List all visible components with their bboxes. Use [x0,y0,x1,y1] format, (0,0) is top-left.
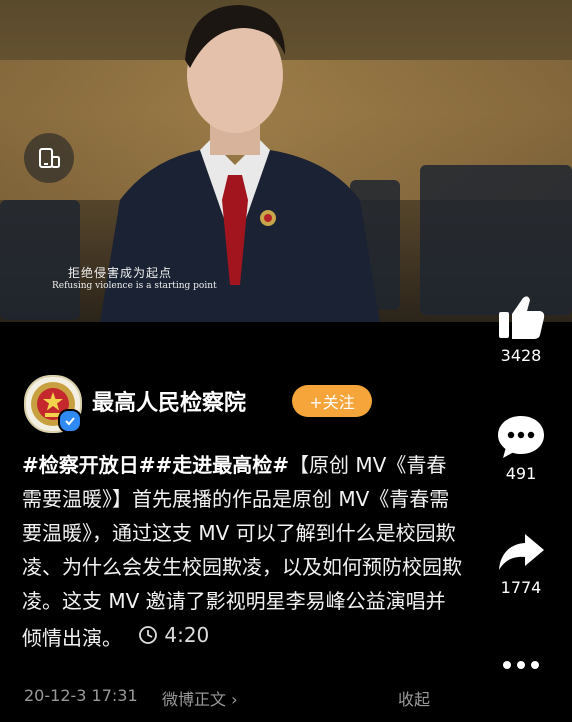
like-button[interactable]: 3428 [490,292,552,365]
account-name[interactable]: 最高人民检察院 [92,385,246,417]
more-icon [503,661,539,669]
post-timestamp: 20-12-3 17:31 [24,686,138,705]
video-player[interactable]: 拒绝侵害成为起点 Refusing violence is a starting… [0,0,572,322]
chevron-right-icon: › [231,690,238,709]
video-duration: 4:20 [138,618,209,652]
clock-icon [139,626,158,644]
video-subtitle-cn: 拒绝侵害成为起点 [68,266,173,280]
weibo-body-link[interactable]: 微博正文 › [162,686,238,710]
video-subtitle-en: Refusing violence is a starting point [52,281,217,291]
verified-icon [65,417,75,426]
share-button[interactable]: 1774 [490,530,552,597]
verified-badge [58,409,82,433]
share-icon [499,534,544,570]
comment-icon [498,416,544,458]
like-count: 3428 [500,346,542,365]
collapse-button[interactable]: 收起 [398,686,430,710]
screen-rotate-icon [39,148,60,168]
follow-button[interactable]: +关注 [292,385,372,417]
more-button[interactable] [490,655,552,675]
screen-rotate-button[interactable] [24,133,74,183]
comment-button[interactable]: 491 [490,412,552,483]
duration-label: 4:20 [164,623,210,647]
post-body: 【原创 MV《青春需要温暖》】首先展播的作品是原创 MV《青春需要温暖》，通过这… [22,453,462,650]
weibo-body-label: 微博正文 [162,690,227,709]
comment-count: 491 [505,464,537,483]
share-count: 1774 [500,578,542,597]
post-text: #检察开放日##走进最高检#【原创 MV《青春需要温暖》】首先展播的作品是原创 … [22,448,462,655]
background-seat [0,200,80,320]
post-footer: 20-12-3 17:31 微博正文 › 收起 [24,686,544,710]
post-hashtags[interactable]: #检察开放日##走进最高检# [22,453,289,477]
thumbs-up-icon [499,296,545,339]
